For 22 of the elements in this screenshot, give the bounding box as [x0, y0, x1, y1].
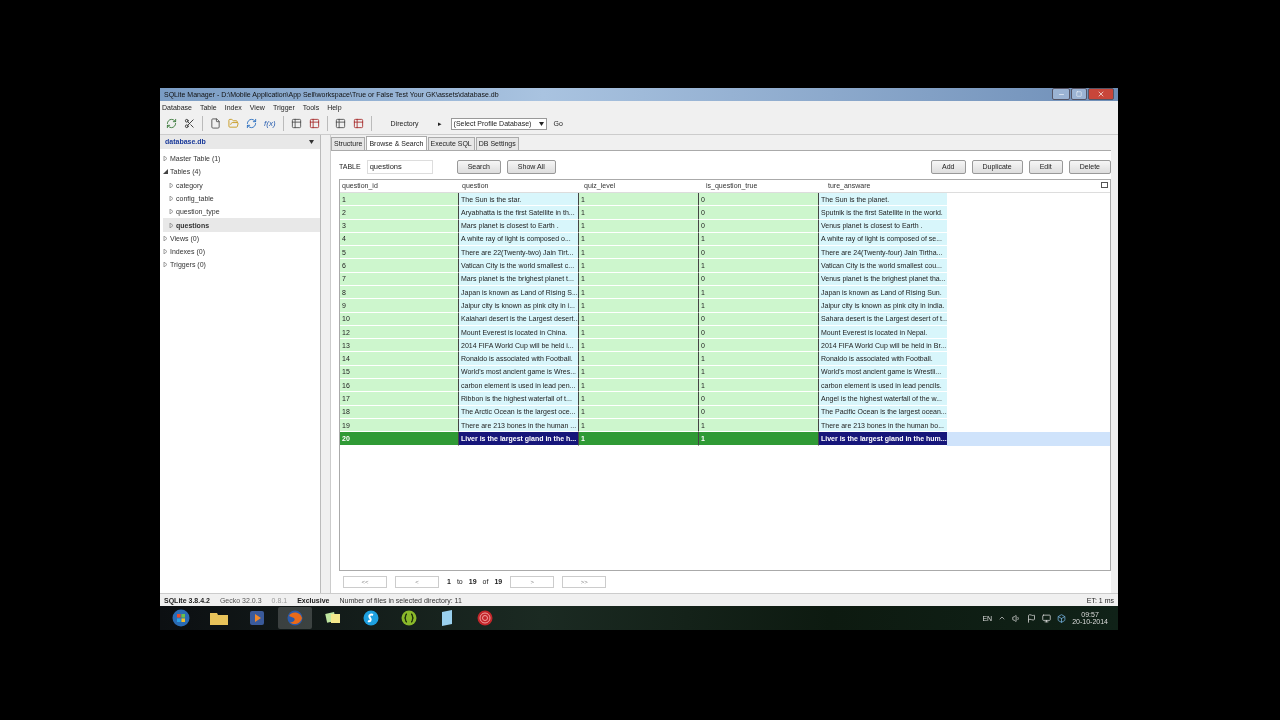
close-button[interactable]	[1088, 88, 1114, 101]
collapsed-arrow-icon[interactable]	[169, 209, 174, 215]
show-hidden-icon[interactable]	[998, 614, 1007, 622]
close-icon[interactable]	[1097, 90, 1105, 99]
file-icon[interactable]	[208, 116, 223, 132]
collapsed-arrow-icon[interactable]	[163, 156, 168, 162]
flag-icon[interactable]	[1027, 613, 1037, 623]
collapsed-arrow-icon[interactable]	[163, 235, 168, 241]
collapsed-arrow-icon[interactable]	[169, 195, 174, 201]
network-icon[interactable]	[1042, 613, 1052, 623]
collapsed-arrow-icon[interactable]	[163, 249, 168, 255]
dropdown-icon	[309, 139, 314, 144]
expanded-arrow-icon[interactable]	[163, 169, 168, 175]
volume-icon[interactable]	[1012, 613, 1022, 623]
collapsed-arrow-icon[interactable]	[163, 262, 168, 268]
column-picker-icon[interactable]	[1101, 181, 1108, 188]
collapsed-arrow-icon[interactable]	[169, 182, 174, 188]
maximize-button[interactable]	[1071, 88, 1087, 101]
minimize-button[interactable]	[1052, 88, 1070, 101]
function-button[interactable]: f(x)	[262, 119, 278, 129]
box-icon[interactable]	[1057, 613, 1067, 623]
dropdown-icon	[538, 121, 544, 126]
